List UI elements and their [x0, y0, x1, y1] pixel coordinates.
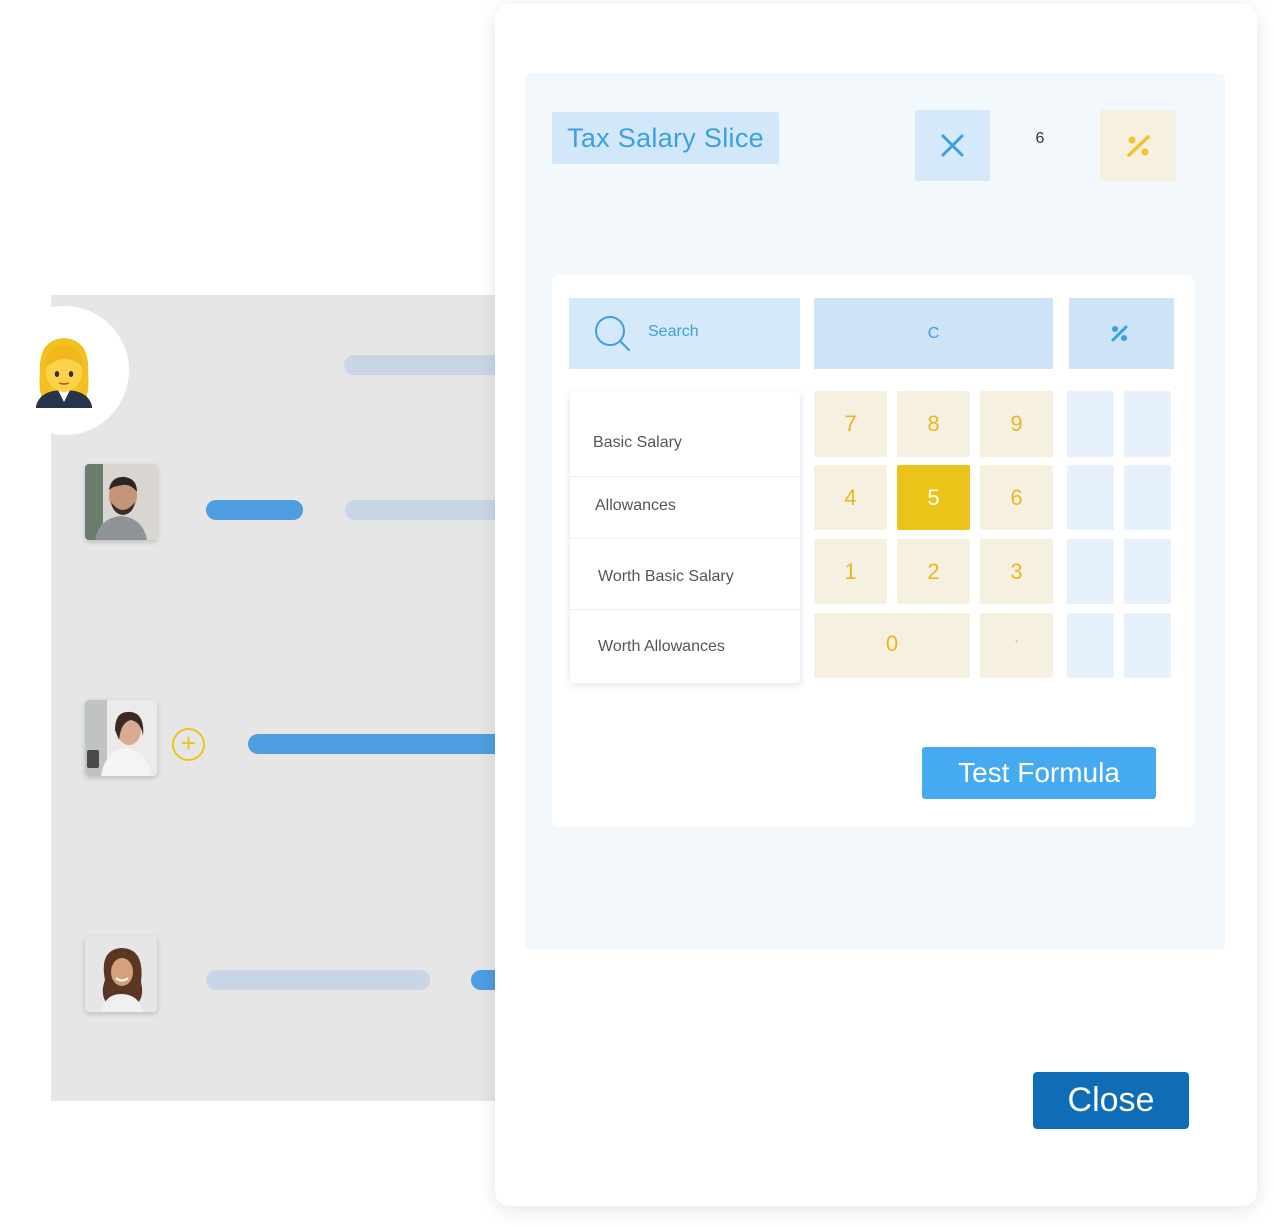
clear-button[interactable]: C	[814, 298, 1053, 369]
operator-key-empty[interactable]	[1124, 539, 1171, 604]
percent-icon	[1111, 325, 1128, 342]
divider	[570, 476, 800, 477]
variable-basic-salary[interactable]: Basic Salary	[593, 434, 823, 452]
key-5[interactable]: 5	[897, 465, 970, 530]
operator-key-empty[interactable]	[1124, 391, 1171, 457]
multiply-button[interactable]	[915, 110, 990, 181]
current-user-avatar[interactable]	[0, 306, 129, 435]
woman-curly-portrait-icon	[85, 936, 157, 1012]
key-6[interactable]: 6	[980, 465, 1053, 530]
key-4[interactable]: 4	[814, 465, 887, 530]
x-icon	[941, 134, 964, 157]
operator-key-empty[interactable]	[1124, 465, 1171, 530]
placeholder-bar	[206, 970, 430, 990]
key-9[interactable]: 9	[980, 391, 1053, 457]
operator-key-empty[interactable]	[1067, 465, 1114, 530]
status-bar	[248, 734, 505, 754]
placeholder-bar	[344, 355, 504, 375]
operator-key-empty[interactable]	[1067, 613, 1114, 678]
employee-photo[interactable]	[85, 936, 157, 1012]
variable-allowances[interactable]: Allowances	[595, 497, 825, 515]
variable-worth-allowances[interactable]: Worth Allowances	[598, 638, 828, 656]
percent-button[interactable]	[1069, 298, 1174, 369]
employee-photo[interactable]	[85, 464, 157, 540]
divider	[570, 609, 800, 610]
formula-count: 6	[1035, 130, 1045, 147]
variable-worth-basic-salary[interactable]: Worth Basic Salary	[598, 568, 828, 586]
man-portrait-icon	[85, 464, 157, 540]
operator-key-empty[interactable]	[1067, 391, 1114, 457]
woman-emoji-icon	[36, 338, 92, 408]
variable-list: Basic Salary Allowances Worth Basic Sala…	[570, 392, 800, 683]
formula-title: Tax Salary Slice	[552, 112, 779, 164]
key-8[interactable]: 8	[897, 391, 970, 457]
divider	[570, 538, 800, 539]
key-0[interactable]: 0	[814, 613, 970, 678]
key-decimal[interactable]: .	[980, 613, 1053, 678]
status-bar	[206, 500, 303, 520]
employee-photo[interactable]	[85, 700, 157, 776]
placeholder-bar	[345, 500, 505, 520]
key-7[interactable]: 7	[814, 391, 887, 457]
percent-button-top[interactable]	[1100, 110, 1176, 181]
search-icon	[595, 316, 630, 351]
woman-portrait-icon	[85, 700, 157, 776]
test-formula-button[interactable]: Test Formula	[922, 747, 1156, 799]
close-button[interactable]: Close	[1033, 1072, 1189, 1129]
percent-icon	[1127, 135, 1150, 157]
add-employee-button[interactable]: +	[172, 728, 205, 761]
key-1[interactable]: 1	[814, 539, 887, 604]
plus-circle-icon: +	[180, 728, 197, 758]
operator-key-empty[interactable]	[1124, 613, 1171, 678]
key-3[interactable]: 3	[980, 539, 1053, 604]
key-2[interactable]: 2	[897, 539, 970, 604]
operator-key-empty[interactable]	[1067, 539, 1114, 604]
search-placeholder: Search	[648, 323, 699, 340]
